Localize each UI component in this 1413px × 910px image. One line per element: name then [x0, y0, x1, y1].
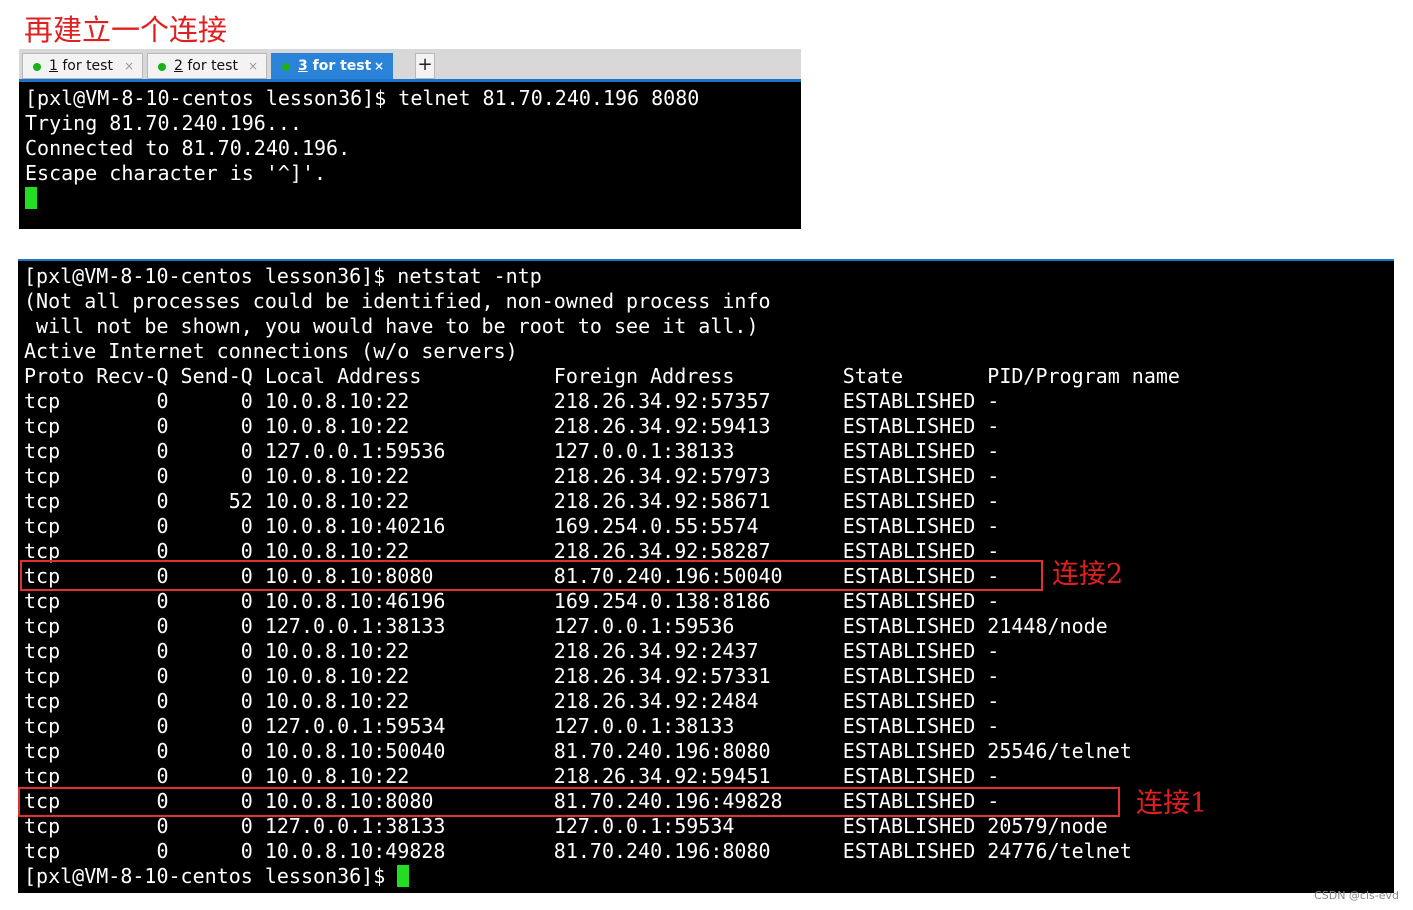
- tab-2[interactable]: 2 for test ×: [147, 53, 267, 79]
- netstat-row: tcp 0 0 10.0.8.10:22 218.26.34.92:2437 E…: [24, 639, 1000, 663]
- status-dot-icon: [282, 63, 290, 71]
- tab-number: 2: [174, 58, 183, 74]
- netstat-row: tcp 0 0 10.0.8.10:22 218.26.34.92:57331 …: [24, 664, 1000, 688]
- netstat-row: tcp 0 0 10.0.8.10:22 218.26.34.92:59413 …: [24, 414, 1000, 438]
- netstat-row: tcp 0 0 10.0.8.10:22 218.26.34.92:57357 …: [24, 389, 1000, 413]
- terminal-cursor: [397, 865, 410, 887]
- watermark: CSDN @cls-evd: [1314, 889, 1399, 902]
- terminal-line: (Not all processes could be identified, …: [24, 289, 771, 313]
- netstat-row: tcp 0 0 10.0.8.10:22 218.26.34.92:2484 E…: [24, 689, 1000, 713]
- status-dot-icon: [158, 63, 166, 71]
- annotation-conn1: 连接1: [1136, 788, 1208, 819]
- terminal-line: [pxl@VM-8-10-centos lesson36]$ telnet 81…: [25, 86, 700, 110]
- terminal-cursor: [25, 187, 37, 209]
- tab-label: for test: [307, 58, 372, 74]
- close-icon[interactable]: ×: [124, 54, 134, 78]
- terminal-line: Escape character is '^]'.: [25, 161, 327, 185]
- terminal-telnet[interactable]: [pxl@VM-8-10-centos lesson36]$ telnet 81…: [19, 82, 801, 229]
- netstat-row: tcp 0 0 10.0.8.10:49828 81.70.240.196:80…: [24, 839, 1132, 863]
- tab-number: 1: [49, 58, 58, 74]
- status-dot-icon: [33, 63, 41, 71]
- netstat-row: tcp 0 0 10.0.8.10:46196 169.254.0.138:81…: [24, 589, 1000, 613]
- netstat-row: tcp 0 0 127.0.0.1:59534 127.0.0.1:38133 …: [24, 714, 1000, 738]
- terminal-line: Trying 81.70.240.196...: [25, 111, 302, 135]
- close-icon[interactable]: ×: [248, 54, 258, 78]
- tab-3[interactable]: 3 for test ×: [271, 53, 393, 79]
- close-icon[interactable]: ×: [374, 54, 384, 78]
- netstat-row: tcp 0 0 127.0.0.1:59536 127.0.0.1:38133 …: [24, 439, 1000, 463]
- terminal-line: Connected to 81.70.240.196.: [25, 136, 351, 160]
- netstat-row: tcp 0 0 10.0.8.10:22 218.26.34.92:59451 …: [24, 764, 1000, 788]
- netstat-row: tcp 0 0 10.0.8.10:22 218.26.34.92:57973 …: [24, 464, 1000, 488]
- terminal-line: will not be shown, you would have to be …: [24, 314, 759, 338]
- tab-number: 3: [298, 58, 308, 74]
- tab-bar: 1 for test × 2 for test × 3 for test × +: [19, 49, 801, 82]
- netstat-header: Proto Recv-Q Send-Q Local Address Foreig…: [24, 364, 1180, 388]
- tab-label: for test: [57, 58, 113, 74]
- netstat-row: tcp 0 0 10.0.8.10:50040 81.70.240.196:80…: [24, 739, 1132, 763]
- highlight-box-conn1: [18, 787, 1120, 817]
- highlight-box-conn2: [20, 560, 1043, 591]
- tab-1[interactable]: 1 for test ×: [22, 53, 143, 79]
- tab-label: for test: [182, 58, 238, 74]
- netstat-row: tcp 0 0 127.0.0.1:38133 127.0.0.1:59536 …: [24, 614, 1108, 638]
- netstat-row: tcp 0 52 10.0.8.10:22 218.26.34.92:58671…: [24, 489, 1000, 513]
- terminal-prompt: [pxl@VM-8-10-centos lesson36]$: [24, 864, 398, 888]
- annotation-conn2: 连接2: [1052, 559, 1124, 590]
- terminal-line: Active Internet connections (w/o servers…: [24, 339, 518, 363]
- add-tab-button[interactable]: +: [415, 53, 435, 79]
- terminal-line: [pxl@VM-8-10-centos lesson36]$ netstat -…: [24, 264, 542, 288]
- netstat-row: tcp 0 0 10.0.8.10:40216 169.254.0.55:557…: [24, 514, 1000, 538]
- heading-note: 再建立一个连接: [24, 13, 228, 47]
